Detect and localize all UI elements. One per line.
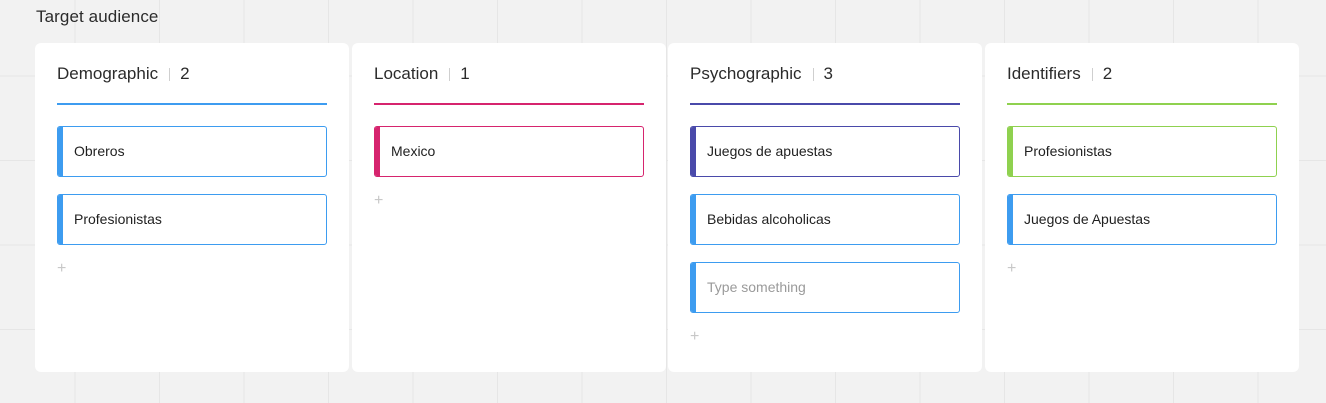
card-color-stripe: [691, 195, 696, 244]
card-juegos-de-apuestas[interactable]: Juegos de Apuestas: [1007, 194, 1277, 245]
card-text: Mexico: [391, 143, 436, 159]
frame-title: Target audience: [36, 7, 159, 26]
add-card-plus-icon[interactable]: +: [374, 193, 388, 209]
header-divider: [169, 67, 171, 81]
header-divider: [449, 67, 451, 81]
header-divider: [812, 67, 814, 81]
column-psychographic: Psychographic 3 Juegos de apuestas Bebid…: [668, 43, 982, 372]
card-profesionistas[interactable]: Profesionistas: [1007, 126, 1277, 177]
column-accent-line: [57, 103, 327, 105]
add-card-plus-icon[interactable]: +: [57, 261, 71, 277]
card-text: Juegos de apuestas: [707, 143, 833, 159]
column-accent-line: [374, 103, 644, 105]
card-color-stripe: [1008, 127, 1013, 176]
column-header[interactable]: Demographic 2: [57, 63, 190, 85]
card-bebidas-alcoholicas[interactable]: Bebidas alcoholicas: [690, 194, 960, 245]
column-count: 2: [1102, 64, 1113, 83]
card-mexico[interactable]: Mexico: [374, 126, 644, 177]
card-text-input[interactable]: [707, 276, 947, 298]
card-color-stripe: [691, 263, 696, 312]
column-location: Location 1 Mexico +: [352, 43, 666, 372]
card-new-entry[interactable]: [690, 262, 960, 313]
column-identifiers: Identifiers 2 Profesionistas Juegos de A…: [985, 43, 1299, 372]
card-color-stripe: [1008, 195, 1013, 244]
column-title: Identifiers: [1007, 64, 1081, 83]
column-count: 3: [823, 64, 833, 83]
card-text: Obreros: [74, 143, 125, 159]
column-header[interactable]: Psychographic 3: [690, 63, 833, 85]
card-text: Juegos de Apuestas: [1024, 211, 1151, 227]
column-header[interactable]: Identifiers 2: [1007, 63, 1112, 85]
card-color-stripe: [58, 195, 63, 244]
column-count: 2: [180, 64, 190, 83]
card-profesionistas[interactable]: Profesionistas: [57, 194, 327, 245]
add-card-plus-icon[interactable]: +: [690, 329, 704, 345]
card-text: Profesionistas: [1024, 143, 1112, 159]
card-color-stripe: [58, 127, 63, 176]
header-divider: [1091, 67, 1093, 81]
column-accent-line: [690, 103, 960, 105]
card-text: Bebidas alcoholicas: [707, 211, 831, 227]
card-color-stripe: [375, 127, 380, 176]
column-demographic: Demographic 2 Obreros Profesionistas +: [35, 43, 349, 372]
column-count: 1: [460, 64, 470, 83]
column-title: Location: [374, 64, 439, 83]
add-card-plus-icon[interactable]: +: [1007, 261, 1021, 277]
column-title: Demographic: [57, 64, 159, 83]
card-color-stripe: [691, 127, 696, 176]
card-text: Profesionistas: [74, 211, 162, 227]
column-header[interactable]: Location 1: [374, 63, 470, 85]
card-juegos-de-apuestas[interactable]: Juegos de apuestas: [690, 126, 960, 177]
column-accent-line: [1007, 103, 1277, 105]
card-obreros[interactable]: Obreros: [57, 126, 327, 177]
column-title: Psychographic: [690, 64, 802, 83]
